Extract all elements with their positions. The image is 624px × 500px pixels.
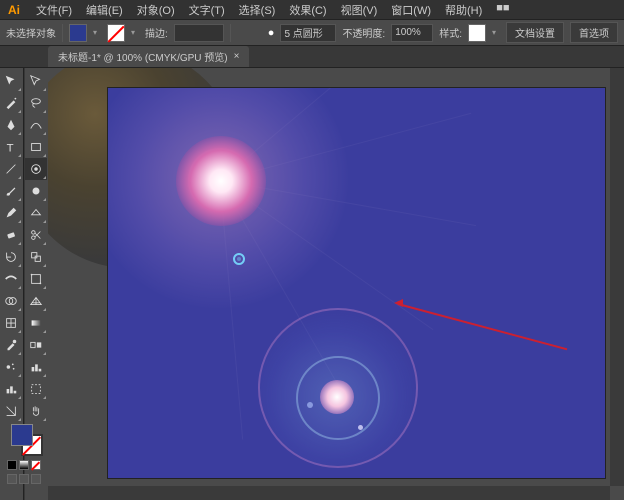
mesh-tool[interactable]: [0, 312, 22, 334]
annotation-arrow-line: [398, 303, 568, 350]
lens-flare-2-dot: [358, 425, 363, 430]
close-icon[interactable]: ×: [234, 51, 240, 62]
menu-edit[interactable]: 编辑(E): [80, 0, 129, 20]
menu-extra[interactable]: ■■: [490, 0, 515, 20]
app-icon: Ai: [4, 0, 24, 20]
symbol-spray-tool[interactable]: [0, 356, 22, 378]
artboard[interactable]: [108, 88, 605, 478]
rectangle-tool[interactable]: [25, 136, 47, 158]
blend-tool[interactable]: [25, 334, 47, 356]
selection-tool[interactable]: [0, 70, 22, 92]
pencil-tool[interactable]: [0, 202, 22, 224]
menu-items: 文件(F) 编辑(E) 对象(O) 文字(T) 选择(S) 效果(C) 视图(V…: [30, 0, 516, 20]
control-bar: 未选择对象 ▾ ▾ 描边: ● 不透明度: 样式: ▾ 文档设置 首选项: [0, 20, 624, 46]
direct-selection-tool[interactable]: [25, 70, 47, 92]
artboard-tool[interactable]: [25, 378, 47, 400]
hand-tool[interactable]: [25, 400, 47, 422]
column-graph-tool[interactable]: [25, 356, 47, 378]
scissors-tool[interactable]: [25, 224, 47, 246]
scale-tool[interactable]: [25, 246, 47, 268]
color-mode-fill[interactable]: [7, 460, 17, 470]
perspective-tool[interactable]: [25, 290, 47, 312]
menu-view[interactable]: 视图(V): [335, 0, 384, 20]
fill-stroke-indicator[interactable]: [11, 424, 43, 456]
lens-flare-artifact: [233, 253, 245, 265]
document-tab[interactable]: 未标题-1* @ 100% (CMYK/GPU 预览) ×: [48, 46, 249, 67]
fill-color-box[interactable]: [11, 424, 33, 446]
draw-inside[interactable]: [31, 474, 41, 484]
flare-tool[interactable]: [25, 158, 47, 180]
menu-file[interactable]: 文件(F): [30, 0, 78, 20]
menu-select[interactable]: 选择(S): [233, 0, 282, 20]
fill-swatch[interactable]: [69, 24, 87, 42]
separator: [230, 24, 231, 42]
chevron-down-icon[interactable]: ▾: [492, 28, 500, 37]
line-tool[interactable]: [0, 158, 22, 180]
style-swatch[interactable]: [468, 24, 486, 42]
preferences-button[interactable]: 首选项: [570, 22, 618, 43]
svg-text:T: T: [7, 142, 14, 154]
draw-normal[interactable]: [7, 474, 17, 484]
gradient-tool[interactable]: [25, 312, 47, 334]
blob-brush-tool[interactable]: [25, 180, 47, 202]
chevron-down-icon[interactable]: ▾: [93, 28, 101, 37]
document-tab-bar: 未标题-1* @ 100% (CMYK/GPU 预览) ×: [0, 46, 624, 68]
menu-bar: Ai 文件(F) 编辑(E) 对象(O) 文字(T) 选择(S) 效果(C) 视…: [0, 0, 624, 20]
color-controls: [2, 420, 46, 488]
color-mode-none[interactable]: [31, 460, 41, 470]
type-tool[interactable]: T: [0, 136, 22, 158]
opacity-label: 不透明度:: [342, 25, 385, 40]
slice-tool[interactable]: [0, 400, 22, 422]
lasso-tool[interactable]: [25, 92, 47, 114]
lens-flare-2-core: [320, 380, 354, 414]
menu-type[interactable]: 文字(T): [183, 0, 231, 20]
eyedropper-tool[interactable]: [0, 334, 22, 356]
menu-effect[interactable]: 效果(C): [283, 0, 332, 20]
shape-builder-tool[interactable]: [0, 290, 22, 312]
stroke-weight-input[interactable]: [174, 24, 224, 42]
pen-tool[interactable]: [0, 114, 22, 136]
lens-flare-core: [176, 136, 266, 226]
annotation-arrow-head: [394, 299, 403, 307]
draw-behind[interactable]: [19, 474, 29, 484]
rotate-tool[interactable]: [0, 246, 22, 268]
opacity-input[interactable]: [391, 24, 433, 42]
width-tool[interactable]: [0, 268, 22, 290]
brush-preset-input[interactable]: [280, 24, 336, 42]
chevron-down-icon[interactable]: ▾: [131, 28, 139, 37]
horizontal-scrollbar[interactable]: [48, 486, 610, 500]
selection-status: 未选择对象: [6, 25, 56, 40]
document-tab-title: 未标题-1* @ 100% (CMYK/GPU 预览): [58, 49, 228, 64]
shaper-tool[interactable]: [25, 202, 47, 224]
graph-tool[interactable]: [0, 378, 22, 400]
menu-object[interactable]: 对象(O): [131, 0, 181, 20]
main-area: T: [0, 68, 624, 500]
free-transform-tool[interactable]: [25, 268, 47, 290]
curvature-tool[interactable]: [25, 114, 47, 136]
style-label: 样式:: [439, 25, 462, 40]
menu-window[interactable]: 窗口(W): [385, 0, 437, 20]
document-setup-button[interactable]: 文档设置: [506, 22, 564, 43]
stroke-label: 描边:: [145, 25, 168, 40]
draw-mode-row: [7, 474, 41, 484]
vertical-scrollbar[interactable]: [610, 68, 624, 486]
color-mode-row: [7, 460, 41, 470]
eraser-tool[interactable]: [0, 224, 22, 246]
lens-flare-2-dot: [307, 402, 313, 408]
canvas-area[interactable]: [48, 68, 624, 500]
color-mode-gradient[interactable]: [19, 460, 29, 470]
paintbrush-tool[interactable]: [0, 180, 22, 202]
magic-wand-tool[interactable]: [0, 92, 22, 114]
menu-help[interactable]: 帮助(H): [439, 0, 488, 20]
separator: [62, 24, 63, 42]
stroke-swatch[interactable]: [107, 24, 125, 42]
